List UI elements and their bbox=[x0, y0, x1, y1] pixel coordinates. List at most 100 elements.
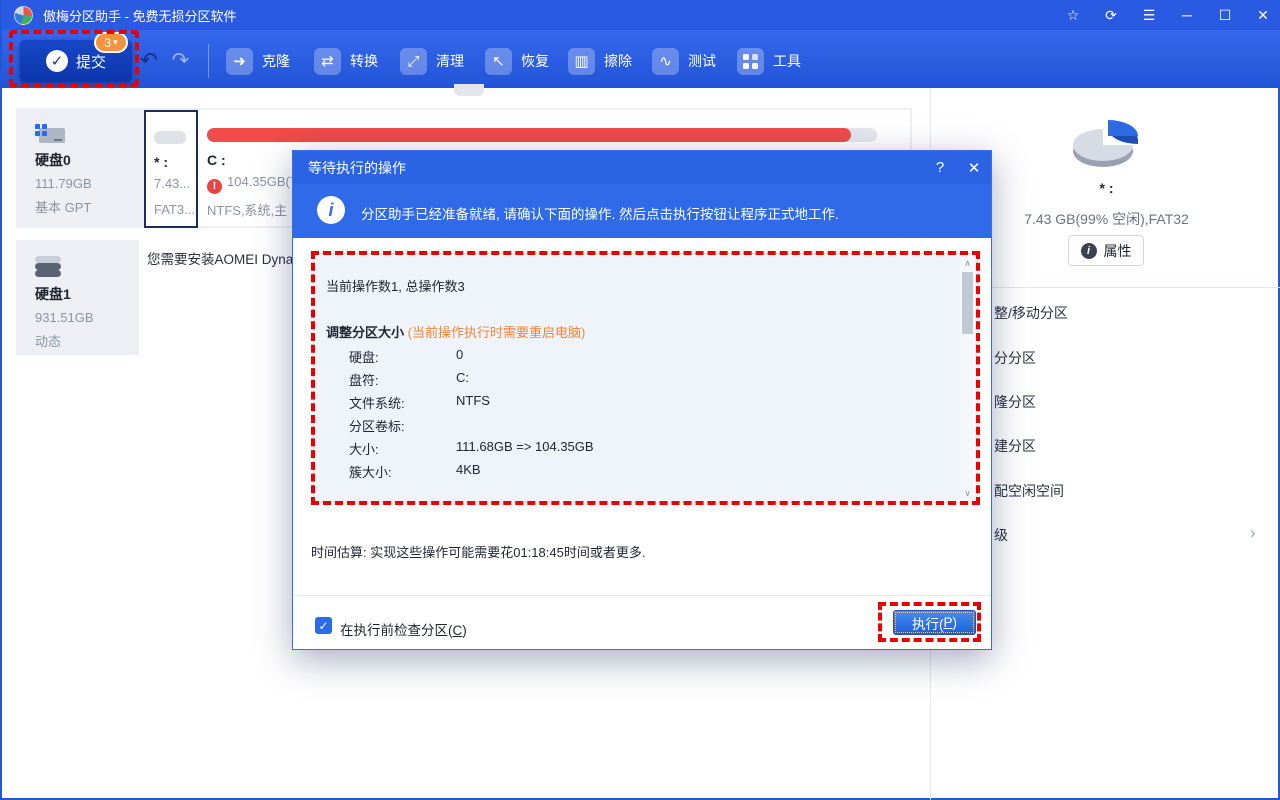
check-partition-checkbox[interactable]: ✓ bbox=[315, 617, 332, 634]
toolbar-label: 工具 bbox=[773, 51, 801, 71]
titlebar: 傲梅分区助手 - 免费无损分区软件 ☆ ⟳ ☰ ─ ☐ ✕ bbox=[2, 0, 1280, 30]
scroll-down-icon[interactable]: ∨ bbox=[960, 486, 975, 500]
recover-icon: ↖ bbox=[485, 48, 512, 75]
pending-operations-badge[interactable]: 3 ▾ bbox=[94, 32, 128, 53]
dialog-title: 等待执行的操作 bbox=[308, 158, 406, 178]
operation-count: 当前操作数1, 总操作数3 bbox=[326, 276, 465, 295]
menu-item-resize-move-partition[interactable]: 整/移动分区 bbox=[994, 303, 1280, 323]
test-icon: ∿ bbox=[652, 48, 679, 75]
dialog-info-band: i 分区助手已经准备就绪, 请确认下面的操作. 然后点击执行按钮让程序正式地工作… bbox=[293, 184, 991, 238]
toolbar-button-convert[interactable]: ⇄ 转换 bbox=[314, 46, 378, 76]
field-drive-letter: 盘符:C: bbox=[349, 370, 949, 389]
toolbar-label: 擦除 bbox=[604, 51, 632, 71]
operation-title: 调整分区大小 bbox=[326, 325, 404, 340]
toolbar-button-clean[interactable]: ⤢ 清理 bbox=[400, 46, 464, 76]
scrollbar[interactable]: ∧ ∨ bbox=[960, 256, 975, 500]
partition-pie-chart bbox=[1070, 118, 1140, 176]
field-volume-label: 分区卷标: bbox=[349, 416, 949, 435]
check-circle-icon: ✓ bbox=[46, 50, 68, 72]
submit-label: 提交 bbox=[76, 51, 106, 72]
info-icon: i bbox=[1081, 243, 1097, 259]
toolbar-label: 测试 bbox=[688, 51, 716, 71]
partition-star-usage-bar bbox=[154, 131, 186, 144]
menu-item-allocate-free-space[interactable]: 配空闲空间 bbox=[994, 481, 1280, 501]
field-size: 大小:111.68GB => 104.35GB bbox=[349, 439, 949, 458]
time-estimate: 时间估算: 实现这些操作可能需要花01:18:45时间或者更多. bbox=[311, 542, 645, 561]
close-icon[interactable]: ✕ bbox=[1244, 0, 1280, 30]
window-title: 傲梅分区助手 - 免费无损分区软件 bbox=[43, 6, 237, 25]
window-controls: ☆ ⟳ ☰ ─ ☐ ✕ bbox=[1054, 0, 1280, 30]
clean-icon: ⤢ bbox=[400, 48, 427, 75]
dialog-divider bbox=[293, 595, 991, 596]
partition-star-label: * : bbox=[154, 154, 168, 170]
undo-icon[interactable]: ↶ bbox=[140, 48, 158, 73]
dialog-header[interactable]: 等待执行的操作 ? ✕ bbox=[293, 151, 991, 184]
disk1-name: 硬盘1 bbox=[35, 284, 145, 304]
disk1-info: 硬盘1 931.51GB 动态 bbox=[35, 256, 145, 350]
operation-heading: 调整分区大小 (当前操作执行时需要重启电脑) bbox=[326, 322, 585, 341]
toolbar-button-clone[interactable]: ➜ 克隆 bbox=[226, 46, 290, 76]
refresh-icon[interactable]: ⟳ bbox=[1092, 0, 1130, 30]
menu-item-split-partition[interactable]: 分分区 bbox=[994, 348, 1280, 368]
dialog-close-icon[interactable]: ✕ bbox=[957, 151, 991, 184]
info-circle-icon: i bbox=[317, 196, 345, 224]
pending-operations-dialog: 等待执行的操作 ? ✕ i 分区助手已经准备就绪, 请确认下面的操作. 然后点击… bbox=[292, 150, 992, 650]
toolbar bbox=[2, 30, 1280, 88]
toolbar-label: 清理 bbox=[436, 51, 464, 71]
chevron-right-icon[interactable]: › bbox=[1250, 523, 1270, 543]
check-partition-label: 在执行前检查分区(C) bbox=[340, 619, 467, 639]
toolbar-button-erase[interactable]: ▥ 擦除 bbox=[568, 46, 632, 76]
toolbar-separator bbox=[208, 44, 209, 78]
clone-icon: ➜ bbox=[226, 48, 253, 75]
tools-icon bbox=[737, 48, 764, 75]
disk0-name: 硬盘0 bbox=[35, 150, 145, 170]
partition-c-label: C : bbox=[207, 152, 226, 168]
app-window: 傲梅分区助手 - 免费无损分区软件 ☆ ⟳ ☰ ─ ☐ ✕ ✓ 提交 3 ▾ ↶… bbox=[0, 0, 1280, 800]
partition-c-usage: !104.35GB(7 bbox=[207, 174, 297, 194]
field-file-system: 文件系统:NTFS bbox=[349, 393, 949, 412]
disk0-layout: 基本 GPT bbox=[35, 197, 145, 216]
field-cluster-size: 簇大小:4KB bbox=[349, 462, 949, 481]
scroll-thumb[interactable] bbox=[962, 272, 973, 334]
dialog-info-text: 分区助手已经准备就绪, 请确认下面的操作. 然后点击执行按钮让程序正式地工作. bbox=[361, 203, 839, 223]
alert-icon: ! bbox=[207, 179, 222, 194]
history-controls: ↶ ↷ bbox=[140, 48, 189, 73]
partition-c-usage-fill bbox=[207, 128, 851, 142]
disk0-size: 111.79GB bbox=[35, 176, 145, 191]
partition-star-block[interactable]: * : 7.43... FAT3... bbox=[144, 110, 198, 228]
menu-item-clone-partition[interactable]: 隆分区 bbox=[994, 392, 1280, 412]
operations-list[interactable]: 当前操作数1, 总操作数3 调整分区大小 (当前操作执行时需要重启电脑) 硬盘:… bbox=[313, 253, 978, 503]
panel-collapse-handle[interactable] bbox=[454, 84, 484, 96]
disk0-info: 硬盘0 111.79GB 基本 GPT bbox=[35, 124, 145, 216]
field-disk: 硬盘:0 bbox=[349, 347, 949, 366]
disk1-layout: 动态 bbox=[35, 331, 145, 350]
menu-item-create-partition[interactable]: 建分区 bbox=[994, 436, 1280, 456]
maximize-icon[interactable]: ☐ bbox=[1206, 0, 1244, 30]
menu-icon[interactable]: ☰ bbox=[1130, 0, 1168, 30]
partition-star-size: 7.43... bbox=[154, 176, 190, 191]
toolbar-label: 克隆 bbox=[262, 51, 290, 71]
erase-icon: ▥ bbox=[568, 48, 595, 75]
redo-icon[interactable]: ↷ bbox=[172, 48, 190, 73]
toolbar-button-tools[interactable]: 工具 bbox=[737, 46, 801, 76]
toolbar-label: 转换 bbox=[350, 51, 378, 71]
partition-star-fs: FAT3... bbox=[154, 202, 195, 217]
execute-button[interactable]: 执行(P) bbox=[893, 610, 976, 635]
operation-warning: (当前操作执行时需要重启电脑) bbox=[408, 325, 586, 340]
dialog-help-icon[interactable]: ? bbox=[923, 151, 957, 184]
partition-c-fs: NTFS,系统,主 bbox=[207, 200, 287, 219]
scroll-up-icon[interactable]: ∧ bbox=[960, 256, 975, 270]
disk1-size: 931.51GB bbox=[35, 310, 145, 325]
badge-count: 3 bbox=[104, 36, 111, 50]
toolbar-button-test[interactable]: ∿ 测试 bbox=[652, 46, 716, 76]
properties-button[interactable]: i 属性 bbox=[1068, 235, 1144, 266]
disk1-message: 您需要安装AOMEI Dynam bbox=[147, 248, 305, 268]
minimize-icon[interactable]: ─ bbox=[1168, 0, 1206, 30]
convert-icon: ⇄ bbox=[314, 48, 341, 75]
toolbar-label: 恢复 bbox=[521, 51, 549, 71]
menu-item-advanced[interactable]: 级 bbox=[994, 525, 1280, 545]
badge-chevron-icon: ▾ bbox=[113, 37, 118, 48]
toolbar-button-recover[interactable]: ↖ 恢复 bbox=[485, 46, 549, 76]
favorite-icon[interactable]: ☆ bbox=[1054, 0, 1092, 30]
disk1-icon bbox=[35, 256, 61, 278]
